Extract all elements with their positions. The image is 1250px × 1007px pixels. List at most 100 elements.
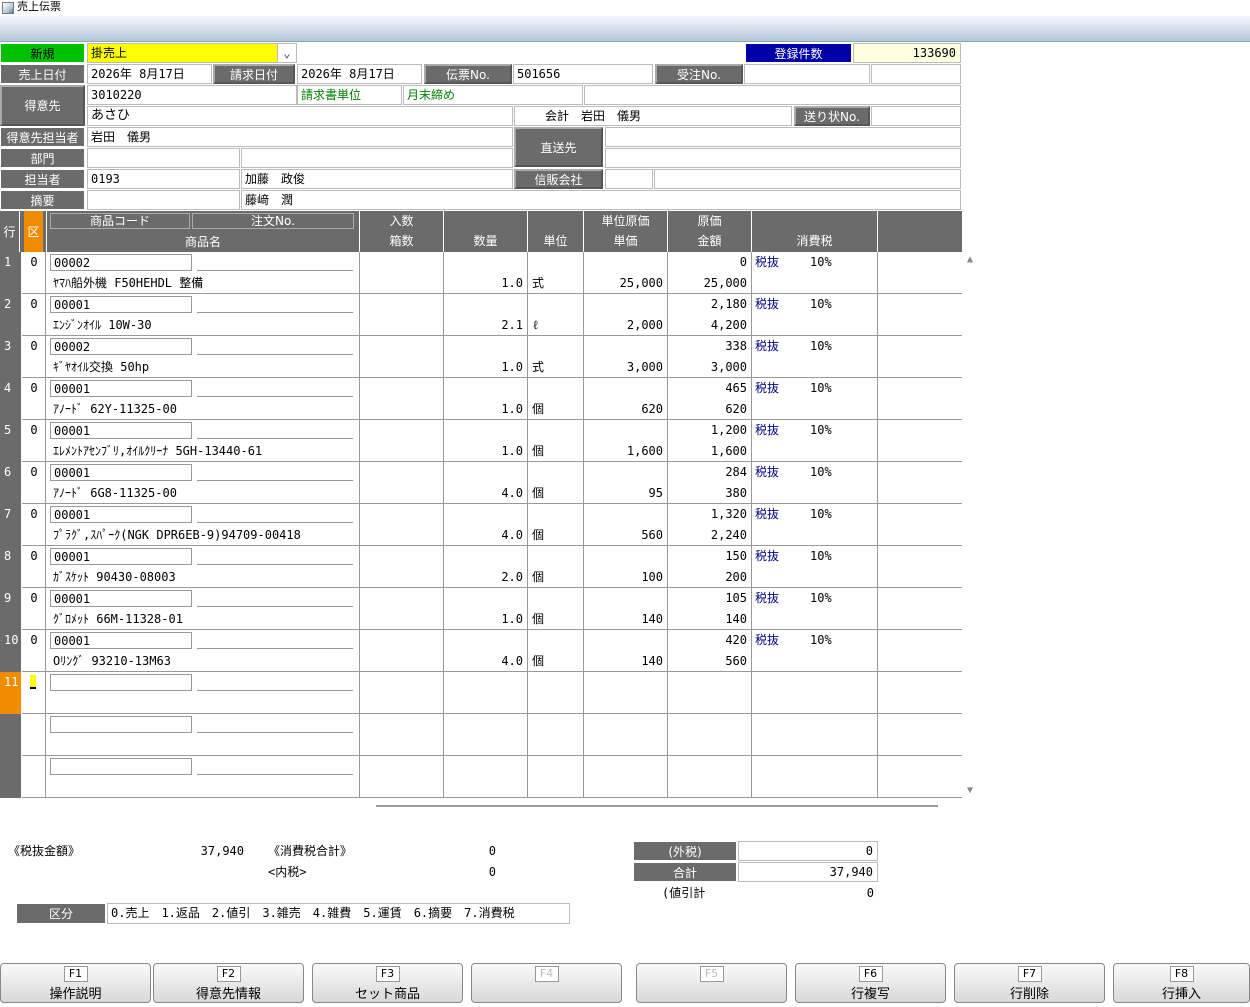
unit-price[interactable]: 95	[584, 483, 667, 503]
amount[interactable]: 560	[668, 651, 751, 671]
row-kind[interactable]: 0	[23, 378, 45, 398]
slip-no-field[interactable]: 501656	[513, 64, 653, 84]
table-row[interactable]: 8 0 00001 ｶﾞｽｹｯﾄ 90430-08003 2.0 個 100 150 200 税抜…	[0, 546, 962, 588]
unit-price[interactable]: 560	[584, 525, 667, 545]
customer-staff-field[interactable]: 岩田 儀男	[87, 127, 513, 147]
table-row[interactable]: 7 0 00001 ﾌﾟﾗｸﾞ,ｽﾊﾟｰｸ(NGK DPR6EB-9)94709-00…	[0, 504, 962, 546]
quantity[interactable]	[444, 693, 527, 713]
product-name[interactable]: ﾔﾏﾊ船外機 F50HEHDL 整備	[53, 273, 358, 293]
credit-code-field[interactable]	[605, 169, 653, 189]
product-name[interactable]: ｴﾝｼﾞﾝｵｲﾙ 10W-30	[53, 315, 358, 335]
order-no-input[interactable]	[197, 396, 353, 397]
unit-price[interactable]: 140	[584, 609, 667, 629]
invoice-no-button[interactable]: 送り状No.	[794, 106, 870, 126]
order-no-input[interactable]	[197, 270, 353, 271]
row-kind[interactable]: 0	[23, 588, 45, 608]
tax-type[interactable]	[755, 714, 805, 734]
row-number[interactable]: 8	[0, 546, 22, 588]
tax-type[interactable]: 税抜	[755, 252, 805, 272]
fkey-f2-button[interactable]: F2 得意先情報	[153, 963, 304, 1003]
unit[interactable]: 個	[532, 651, 582, 671]
unit-price[interactable]: 25,000	[584, 273, 667, 293]
product-code-input[interactable]: 00001	[50, 422, 192, 439]
row-number[interactable]: 4	[0, 378, 22, 420]
row-kind[interactable]: 0	[23, 252, 45, 272]
table-row[interactable]	[0, 714, 962, 756]
fkey-f8-button[interactable]: F8 行挿入	[1113, 963, 1250, 1003]
row-kind[interactable]: 0	[23, 462, 45, 482]
slip-no-button[interactable]: 伝票No.	[424, 64, 512, 84]
unit-price[interactable]	[584, 735, 667, 755]
customer-code-field[interactable]: 3010220	[87, 85, 297, 105]
table-row[interactable]: 4 0 00001 ｱﾉｰﾄﾞ 62Y-11325-00 1.0 個 620 465 620 税抜…	[0, 378, 962, 420]
customer-name-field[interactable]: あさひ	[87, 106, 513, 126]
billing-date-button[interactable]: 請求日付	[213, 64, 295, 84]
product-code-input[interactable]: 00001	[50, 548, 192, 565]
amount[interactable]	[668, 735, 751, 755]
row-kind[interactable]	[23, 756, 45, 776]
credit-company-button[interactable]: 信販会社	[514, 169, 603, 189]
product-name[interactable]	[53, 777, 358, 797]
amount[interactable]: 620	[668, 399, 751, 419]
unit[interactable]: 式	[532, 357, 582, 377]
row-number[interactable]: 6	[0, 462, 22, 504]
row-kind[interactable]: 0	[23, 420, 45, 440]
order-no-input[interactable]	[197, 564, 353, 565]
chevron-down-icon[interactable]: ⌄	[277, 44, 296, 62]
row-kind[interactable]: 0	[23, 504, 45, 524]
amount[interactable]	[668, 693, 751, 713]
product-name[interactable]: ｱﾉｰﾄﾞ 62Y-11325-00	[53, 399, 358, 419]
product-name[interactable]: ｱﾉｰﾄﾞ 6G8-11325-00	[53, 483, 358, 503]
unit-price[interactable]: 3,000	[584, 357, 667, 377]
unit-price[interactable]: 100	[584, 567, 667, 587]
product-code-input[interactable]: 00001	[50, 590, 192, 607]
horizontal-scrollbar[interactable]	[376, 805, 938, 807]
row-number[interactable]: 5	[0, 420, 22, 462]
row-number[interactable]	[0, 714, 22, 756]
table-row[interactable]: 11	[0, 672, 962, 714]
unit[interactable]: 個	[532, 609, 582, 629]
order-no-input[interactable]	[197, 606, 353, 607]
dept-code-field[interactable]	[87, 148, 240, 168]
cost[interactable]: 1,320	[668, 504, 751, 524]
amount[interactable]: 2,240	[668, 525, 751, 545]
order-no-input[interactable]	[197, 732, 353, 733]
fkey-f1-button[interactable]: F1 操作説明	[0, 963, 151, 1003]
grid-scrollbar[interactable]: ▲ ▼	[964, 252, 980, 798]
direct-ship-field-1[interactable]	[605, 127, 961, 147]
row-kind[interactable]: 0	[23, 630, 45, 650]
table-row[interactable]: 3 0 00002 ｷﾞﾔｵｲﾙ交換 50hp 1.0 式 3,000 338 3,000 税抜 1…	[0, 336, 962, 378]
table-row[interactable]: 5 0 00001 ｴﾚﾒﾝﾄｱｾﾝﾌﾞﾘ,ｵｲﾙｸﾘｰﾅ 5GH-13440-61 1…	[0, 420, 962, 462]
row-kind[interactable]: 0	[23, 336, 45, 356]
product-code-input[interactable]: 00002	[50, 254, 192, 271]
tax-type[interactable]: 税抜	[755, 336, 805, 356]
order-no-field[interactable]	[744, 64, 870, 84]
cost[interactable]: 465	[668, 378, 751, 398]
amount[interactable]	[668, 777, 751, 797]
tax-type[interactable]: 税抜	[755, 294, 805, 314]
row-number[interactable]: 3	[0, 336, 22, 378]
cost[interactable]	[668, 672, 751, 692]
order-no-input[interactable]	[197, 690, 353, 691]
quantity[interactable]	[444, 777, 527, 797]
product-code-input[interactable]: 00001	[50, 296, 192, 313]
tax-type[interactable]: 税抜	[755, 588, 805, 608]
product-name[interactable]: ｷﾞﾔｵｲﾙ交換 50hp	[53, 357, 358, 377]
tax-type[interactable]: 税抜	[755, 378, 805, 398]
unit[interactable]: 個	[532, 483, 582, 503]
row-number[interactable]: 1	[0, 252, 22, 294]
unit-price[interactable]: 2,000	[584, 315, 667, 335]
row-number[interactable]: 9	[0, 588, 22, 630]
unit-price[interactable]	[584, 777, 667, 797]
product-name[interactable]	[53, 693, 358, 713]
table-row[interactable]: 10 0 00001 Oﾘﾝｸﾞ 93210-13M63 4.0 個 140 420 560 税抜…	[0, 630, 962, 672]
quantity[interactable]: 1.0	[444, 441, 527, 461]
row-number[interactable]: 11	[0, 672, 22, 714]
table-row[interactable]: 9 0 00001 ｸﾞﾛﾒｯﾄ 66M-11328-01 1.0 個 140 105 140 税…	[0, 588, 962, 630]
tax-type[interactable]: 税抜	[755, 462, 805, 482]
order-no-extra-field[interactable]	[871, 64, 961, 84]
cost[interactable]: 420	[668, 630, 751, 650]
memo-field[interactable]: 藤﨑 潤	[241, 190, 961, 210]
memo-code-field[interactable]	[87, 190, 240, 210]
product-name[interactable]: ｶﾞｽｹｯﾄ 90430-08003	[53, 567, 358, 587]
